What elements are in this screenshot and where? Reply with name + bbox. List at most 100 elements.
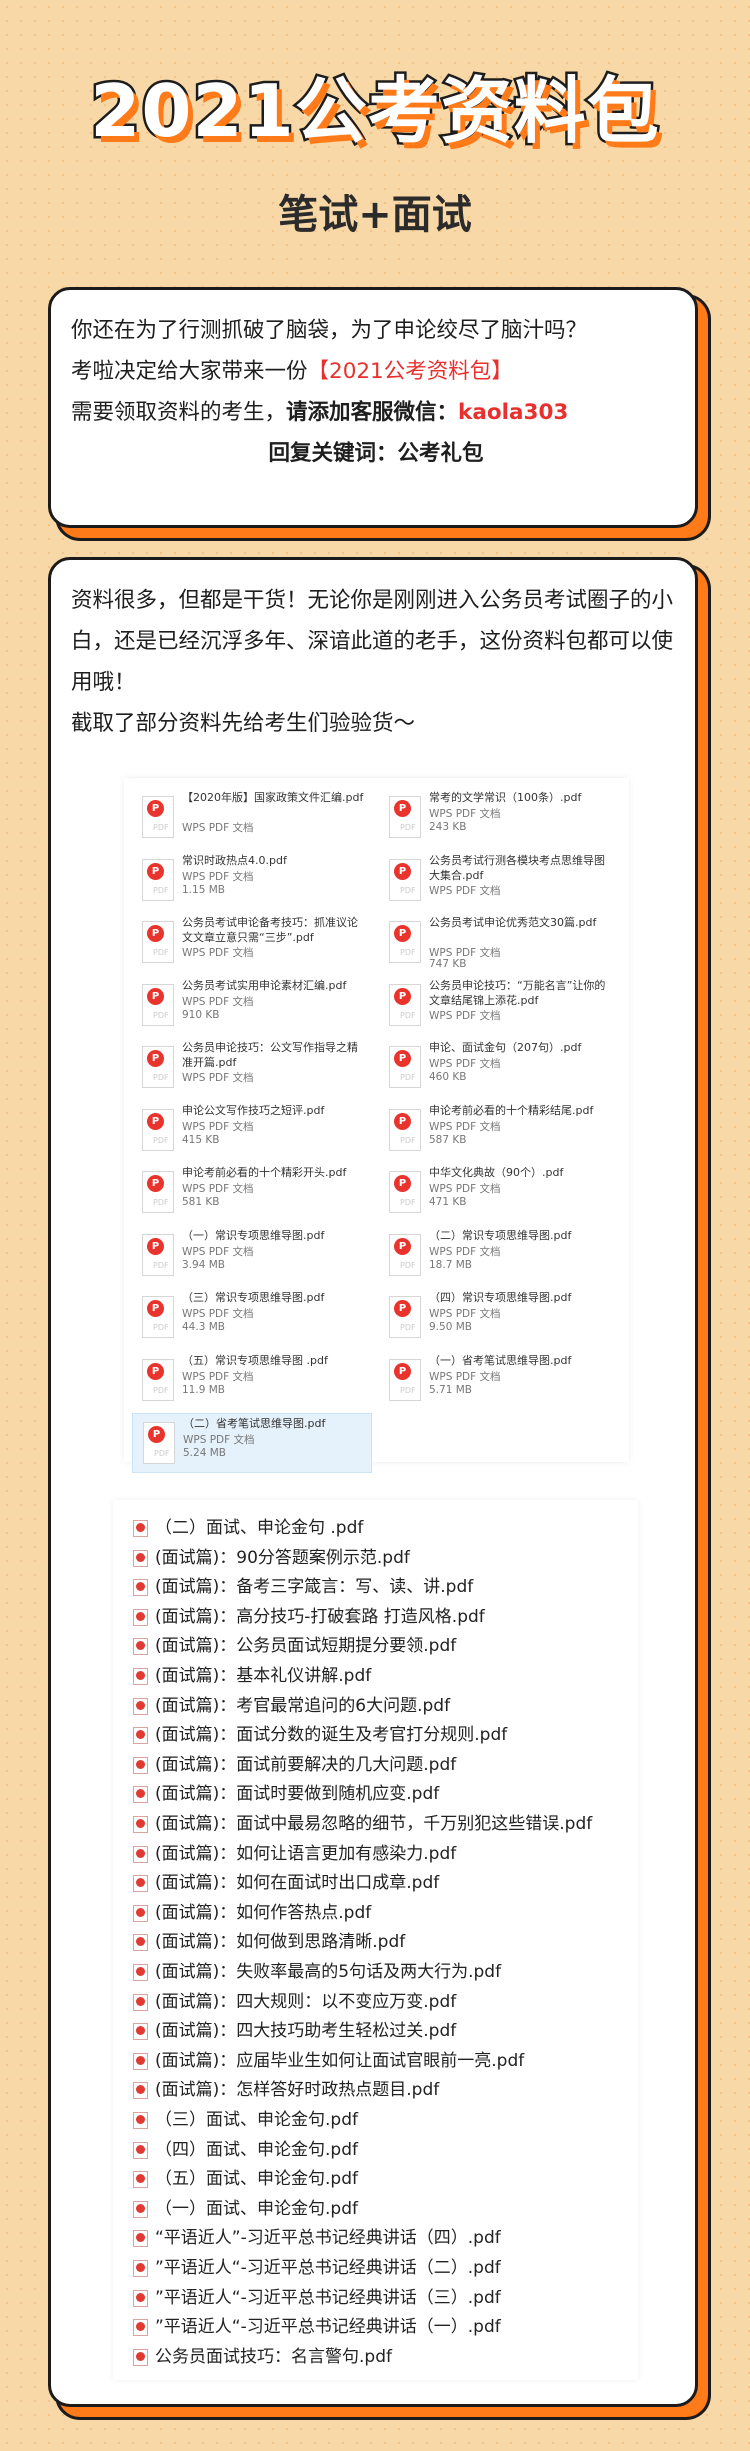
file-tile[interactable]: P PDF 申论公文写作技巧之短评.pdf WPS PDF 文档 415 KB [132,1101,372,1161]
pdf-file-icon: P PDF [142,983,174,1026]
pdf-file-icon [133,2230,148,2248]
file-type: WPS PDF 文档 [429,1009,501,1022]
list-item[interactable]: (面试篇)：公务员面试短期提分要领.pdf [133,1632,633,1661]
package-name: 【2021公考资料包】 [307,359,513,384]
list-item[interactable]: (面试篇)：基本礼仪讲解.pdf [133,1662,633,1691]
wechat-id: kaola303 [458,400,569,425]
pdf-file-icon [133,2171,148,2189]
list-item[interactable]: (面试篇)：如何让语言更加有感染力.pdf [133,1840,633,1869]
pdf-file-icon [133,1520,148,1537]
file-tile[interactable]: P PDF 中华文化典故（90个）.pdf WPS PDF 文档 471 KB [379,1163,619,1223]
list-item-label: (面试篇)：基本礼仪讲解.pdf [155,1666,372,1686]
list-item[interactable]: “平语近人”-习近平总书记经典讲话（四）.pdf [133,2224,633,2253]
file-tile[interactable]: P PDF （三）常识专项思维导图.pdf WPS PDF 文档 44.3 MB [132,1288,372,1348]
pdf-file-icon: P PDF [389,1046,421,1088]
file-type: WPS PDF 文档 [429,884,501,897]
file-size: 5.24 MB [183,1447,226,1459]
pdf-file-icon [133,1697,148,1715]
pdf-file-icon: P PDF [142,1108,174,1151]
list-item[interactable]: (面试篇)：如何在面试时出口成章.pdf [133,1869,633,1898]
file-type: WPS PDF 文档 [429,1120,501,1133]
list-item-label: (面试篇)：面试时要做到随机应变.pdf [155,1784,440,1805]
list-item[interactable]: (面试篇)：四大规则：以不变应万变.pdf [133,1988,633,2017]
file-tile[interactable]: P PDF 公务员考试申论优秀范文30篇.pdf WPS PDF 文档 747 KB [379,913,619,973]
list-item[interactable]: （四）面试、申论金句.pdf [133,2136,633,2165]
list-item[interactable]: (面试篇)：面试前要解决的几大问题.pdf [133,1751,633,1780]
file-name: 申论公文写作技巧之短评.pdf [182,1103,325,1117]
list-item[interactable]: (面试篇)：怎样答好时政热点题目.pdf [133,2076,633,2105]
file-tile[interactable]: P PDF 公务员申论技巧：公文写作指导之精准开篇.pdf WPS PDF 文档 [132,1038,372,1098]
list-item[interactable]: 公务员面试技巧：名言警句.pdf [133,2343,633,2372]
file-tile[interactable]: P PDF （二）常识专项思维导图.pdf WPS PDF 文档 18.7 MB [379,1226,619,1286]
list-item-label: (面试篇)：面试中最易忽略的细节，千万别犯这些错误.pdf [155,1814,593,1834]
list-item[interactable]: (面试篇)：如何做到思路清晰.pdf [133,1928,633,1957]
intro-text: 你还在为了行测抓破了脑袋，为了申论绞尽了脑汁吗？ 考啦决定给大家带来一份【202… [71,310,681,474]
list-item[interactable]: (面试篇)：90分答题案例示范.pdf [133,1544,633,1573]
file-tile[interactable]: P PDF （一）常识专项思维导图.pdf WPS PDF 文档 3.94 MB [132,1226,372,1286]
pdf-file-icon [133,1845,148,1863]
list-item[interactable]: (面试篇)：面试中最易忽略的细节，千万别犯这些错误.pdf [133,1810,633,1839]
file-tile[interactable]: P PDF （二）省考笔试思维导图.pdf WPS PDF 文档 5.24 MB [132,1413,372,1473]
pdf-file-icon: P PDF [142,858,174,901]
file-tile[interactable]: P PDF （一）省考笔试思维导图.pdf WPS PDF 文档 5.71 MB [379,1351,619,1411]
list-item-label: (面试篇)：如何在面试时出口成章.pdf [155,1873,440,1894]
list-item-label: （一）面试、申论金句.pdf [155,2198,358,2219]
file-name: 申论考前必看的十个精彩开头.pdf [182,1166,347,1179]
list-item[interactable]: (面试篇)：面试分数的诞生及考官打分规则.pdf [133,1721,633,1750]
pdf-file-icon [133,2289,148,2307]
list-item-label: (面试篇)：如何让语言更加有感染力.pdf [155,1843,457,1864]
list-item[interactable]: (面试篇)：失败率最高的5句话及两大行为.pdf [133,1958,633,1987]
file-tile[interactable]: P PDF 申论考前必看的十个精彩结尾.pdf WPS PDF 文档 587 KB [379,1101,619,1161]
list-item[interactable]: (面试篇)：高分技巧-打破套路 打造风格.pdf [133,1603,633,1632]
file-type: WPS PDF 文档 [182,870,254,883]
file-size: 18.7 MB [429,1258,472,1271]
file-tile[interactable]: P PDF 常识时政热点4.0.pdf WPS PDF 文档 1.15 MB [132,851,372,911]
list-item[interactable]: (面试篇)：备考三字箴言：写、读、讲.pdf [133,1573,633,1602]
list-item[interactable]: ”平语近人“-习近平总书记经典讲话（三）.pdf [133,2284,633,2313]
list-item[interactable]: ”平语近人“-习近平总书记经典讲话（一）.pdf [133,2313,633,2342]
list-item[interactable]: (面试篇)：如何作答热点.pdf [133,1899,633,1928]
list-item-label: （三）面试、申论金句.pdf [155,2110,358,2130]
file-size: 415 KB [182,1133,220,1146]
list-item-label: (面试篇)：如何做到思路清晰.pdf [155,1932,406,1953]
file-tile[interactable]: P PDF （四）常识专项思维导图.pdf WPS PDF 文档 9.50 MB [379,1288,619,1348]
list-item-label: (面试篇)：备考三字箴言：写、读、讲.pdf [155,1577,474,1598]
pdf-file-icon [133,2260,148,2277]
list-item[interactable]: （五）面试、申论金句.pdf [133,2165,633,2194]
materials-para-2: 截取了部分资料先给考生们验验货～ [71,711,416,736]
file-tile[interactable]: P PDF 申论、面试金句（207句）.pdf WPS PDF 文档 460 KB [379,1038,619,1098]
list-item[interactable]: （二）面试、申论金句 .pdf [133,1514,633,1543]
file-tile[interactable]: P PDF 公务员考试实用申论素材汇编.pdf WPS PDF 文档 910 KB [132,976,372,1036]
pdf-file-icon [133,1579,148,1597]
file-tile[interactable]: P PDF 公务员考试行测各模块考点思维导图大集合.pdf WPS PDF 文档 [379,851,619,911]
file-tile[interactable]: P PDF 申论考前必看的十个精彩开头.pdf WPS PDF 文档 581 KB [132,1163,372,1223]
list-item[interactable]: (面试篇)：应届毕业生如何让面试官眼前一亮.pdf [133,2047,633,2076]
file-name: 公务员考试实用申论素材汇编.pdf [182,978,347,992]
file-tile[interactable]: P PDF 常考的文学常识（100条）.pdf WPS PDF 文档 243 KB [379,788,619,848]
file-name: （二）省考笔试思维导图.pdf [183,1417,326,1430]
list-item[interactable]: （一）面试、申论金句.pdf [133,2195,633,2224]
file-name: 常识时政热点4.0.pdf [182,853,287,867]
file-tile[interactable]: P PDF 【2020年版】国家政策文件汇编.pdf WPS PDF 文档 [132,788,372,848]
list-item[interactable]: ”平语近人“-习近平总书记经典讲话（二）.pdf [133,2254,633,2283]
pdf-file-icon: P PDF [142,921,174,963]
intro-line-2: 考啦决定给大家带来一份【2021公考资料包】 [71,351,681,392]
file-type: WPS PDF 文档 [182,1370,254,1383]
pdf-file-icon [133,1756,148,1774]
pdf-file-icon: P PDF [389,983,421,1026]
list-item-label: (面试篇)：公务员面试短期提分要领.pdf [155,1636,457,1657]
file-tile[interactable]: P PDF 公务员考试申论备考技巧：抓准议论文文章立意只需“三步”.pdf WPS P… [132,913,372,973]
list-item[interactable]: （三）面试、申论金句.pdf [133,2106,633,2135]
file-size: 587 KB [429,1133,467,1146]
materials-text: 资料很多，但都是干货！无论你是刚刚进入公务员考试圈子的小白，还是已经沉浮多年、深… [71,580,681,744]
file-tile[interactable]: P PDF 公务员申论技巧：“万能名言”让你的文章结尾锦上添花.pdf WPS PDF… [379,976,619,1036]
list-item[interactable]: (面试篇)：考官最常追问的6大问题.pdf [133,1692,633,1721]
list-item[interactable]: (面试篇)：四大技巧助考生轻松过关.pdf [133,2017,633,2046]
file-name: （五）常识专项思维导图 .pdf [182,1353,328,1367]
pdf-file-icon: P PDF [389,796,421,838]
file-size: 44.3 MB [182,1321,225,1333]
file-name: 申论考前必看的十个精彩结尾.pdf [429,1103,594,1117]
file-tile[interactable]: P PDF （五）常识专项思维导图 .pdf WPS PDF 文档 11.9 MB [132,1351,372,1411]
list-item[interactable]: (面试篇)：面试时要做到随机应变.pdf [133,1780,633,1809]
pdf-file-icon: P PDF [389,1358,421,1401]
